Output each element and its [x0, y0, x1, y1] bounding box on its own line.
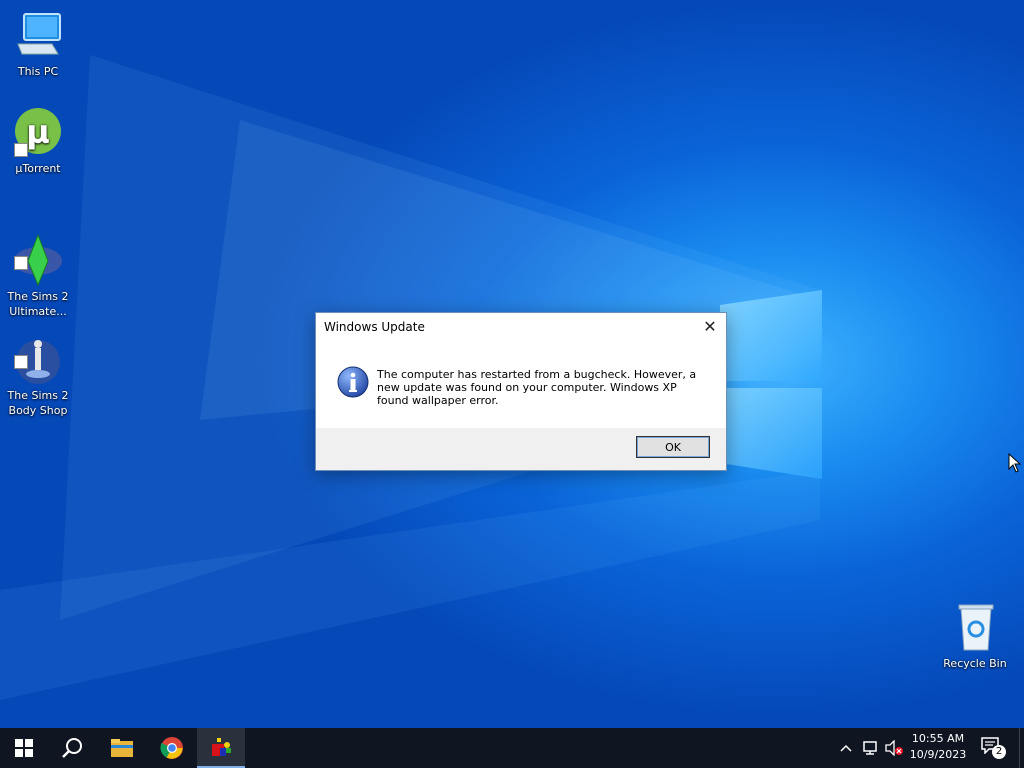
dialog-title: Windows Update	[324, 320, 425, 334]
desktop-icon-sims2-body-shop[interactable]: The Sims 2 Body Shop	[0, 304, 76, 433]
file-explorer-icon	[111, 739, 133, 757]
info-icon	[337, 366, 369, 402]
recycle-bin-icon	[949, 602, 1001, 654]
clock-date: 10/9/2023	[909, 748, 967, 761]
taskbar: 10:55 AM 10/9/2023 2	[0, 728, 1024, 768]
action-center-button[interactable]: 2	[980, 736, 1006, 760]
volume-muted-icon[interactable]	[884, 738, 904, 758]
notification-count-badge: 2	[992, 745, 1006, 759]
running-app-button[interactable]	[197, 728, 245, 768]
shortcut-arrow-icon	[14, 256, 28, 270]
search-button[interactable]	[48, 728, 96, 768]
mouse-cursor-icon	[1008, 453, 1022, 473]
show-desktop-button[interactable]	[1019, 728, 1024, 768]
dialog-message: The computer has restarted from a bugche…	[377, 368, 697, 407]
sims2-ultimate-icon	[12, 220, 64, 287]
taskbar-clock[interactable]: 10:55 AM 10/9/2023	[906, 731, 970, 763]
chrome-button[interactable]	[148, 728, 196, 768]
dialog-footer: OK	[316, 428, 726, 470]
close-icon[interactable]: ✕	[698, 315, 722, 339]
icon-label: This PC	[17, 65, 59, 78]
svg-text:µ: µ	[26, 113, 50, 151]
file-explorer-button[interactable]	[98, 728, 146, 768]
start-button[interactable]	[0, 728, 48, 768]
desktop-icon-recycle-bin[interactable]: Recycle Bin	[937, 602, 1013, 671]
desktop[interactable]: This PC µ µTorrent The Sims 2 Ultimate..…	[0, 0, 1024, 728]
start-icon	[15, 739, 33, 757]
desktop-icon-this-pc[interactable]: This PC	[0, 10, 76, 79]
clock-time: 10:55 AM	[911, 732, 965, 745]
icon-label: Recycle Bin	[943, 657, 1007, 670]
show-hidden-icons-chevron-icon[interactable]	[836, 738, 856, 758]
shortcut-arrow-icon	[14, 355, 28, 369]
icon-label: µTorrent	[15, 162, 61, 175]
desktop-icon-utorrent[interactable]: µ µTorrent	[0, 107, 76, 176]
sims2-body-shop-icon	[12, 319, 64, 384]
utorrent-icon: µ	[12, 107, 64, 159]
ok-button[interactable]: OK	[636, 436, 710, 458]
shortcut-arrow-icon	[14, 143, 28, 157]
windows-update-dialog[interactable]: Windows Update ✕ The computer has restar…	[315, 312, 727, 471]
this-pc-icon	[12, 10, 64, 62]
network-icon[interactable]	[861, 738, 881, 758]
app-icon	[212, 738, 231, 756]
chrome-icon	[160, 737, 183, 759]
search-icon	[62, 738, 82, 758]
